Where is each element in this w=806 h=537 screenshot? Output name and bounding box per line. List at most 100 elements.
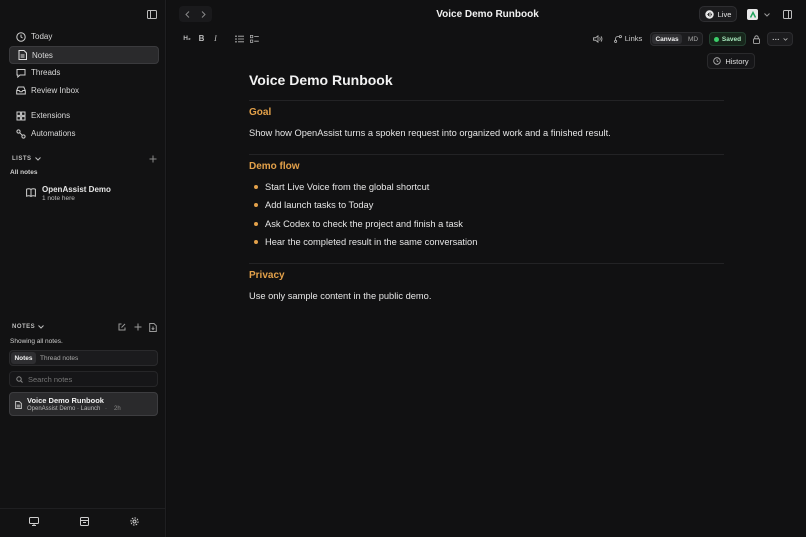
nav-extensions-label: Extensions (31, 111, 71, 120)
more-options-label: ··· (772, 34, 780, 44)
bold-button[interactable]: B (196, 33, 207, 44)
bullet-list-button[interactable] (233, 33, 245, 44)
notes-heading-label: NOTES (12, 324, 36, 330)
tab-notes[interactable]: Notes (11, 352, 36, 364)
nav-notes[interactable]: Notes (9, 46, 159, 64)
app-integration-button[interactable] (747, 9, 758, 20)
sidebar: Today Notes Threads Review Inbox Extensi… (0, 0, 166, 537)
add-note-button[interactable] (133, 322, 143, 332)
notes-heading[interactable]: NOTES (12, 324, 45, 330)
list-item: Hear the completed result in the same co… (254, 237, 477, 247)
section-heading-goal: Goal (249, 107, 272, 118)
italic-button[interactable]: I (210, 33, 221, 44)
gear-icon (129, 517, 139, 526)
monitor-button[interactable] (28, 516, 40, 527)
section-text-privacy: Use only sample content in the public de… (249, 291, 432, 301)
all-notes-link[interactable]: All notes (10, 169, 37, 176)
nav-review-inbox[interactable]: Review Inbox (9, 82, 159, 99)
note-item-voice-demo-runbook[interactable]: Voice Demo Runbook OpenAssist Demo · Lau… (9, 392, 158, 416)
history-label: History (725, 56, 749, 66)
search-notes-field[interactable] (9, 371, 158, 387)
inbox-icon (9, 86, 31, 95)
document-title: Voice Demo Runbook (249, 72, 393, 88)
toggle-sidebar-button[interactable] (145, 8, 158, 21)
view-mode-canvas[interactable]: Canvas (652, 34, 682, 44)
links-label: Links (624, 34, 643, 43)
plus-icon (149, 155, 157, 163)
chevron-down-icon (783, 37, 788, 41)
list-item: Add launch tasks to Today (254, 200, 373, 210)
note-item-meta: OpenAssist Demo · Launch (27, 406, 101, 412)
nav-automations[interactable]: Automations (9, 125, 159, 142)
branch-icon (613, 34, 622, 43)
read-aloud-button[interactable] (592, 33, 604, 44)
checklist-icon (249, 34, 259, 43)
bullet-dot (254, 240, 258, 244)
section-text-goal: Show how OpenAssist turns a spoken reque… (249, 128, 611, 138)
links-button[interactable]: Links (612, 32, 644, 45)
search-icon (16, 376, 23, 383)
live-voice-icon (704, 9, 714, 19)
nav-notes-label: Notes (32, 50, 53, 60)
history-icon (713, 57, 722, 65)
saved-status-badge: Saved (709, 32, 746, 46)
saved-status-label: Saved (721, 35, 742, 43)
lock-icon (753, 34, 760, 44)
note-icon (10, 50, 32, 60)
back-button[interactable] (181, 8, 194, 20)
import-note-button[interactable] (148, 322, 158, 332)
automation-icon (9, 128, 31, 139)
settings-button[interactable] (128, 516, 140, 527)
list-item-text: Add launch tasks to Today (265, 200, 374, 210)
list-item-openassist-demo[interactable]: OpenAssist Demo 1 note here (26, 184, 158, 206)
plus-icon (134, 323, 142, 331)
divider (249, 100, 724, 101)
chevron-right-icon (201, 10, 206, 18)
chevron-down-icon (38, 325, 45, 329)
nav-review-inbox-label: Review Inbox (31, 86, 80, 95)
section-heading-privacy: Privacy (249, 270, 285, 281)
section-heading-demo-flow: Demo flow (249, 161, 300, 172)
list-item-text: Start Live Voice from the global shortcu… (265, 182, 430, 192)
view-mode-toggle: Canvas MD (650, 32, 703, 46)
nav-extensions[interactable]: Extensions (9, 107, 159, 124)
bullet-dot (254, 203, 258, 207)
forward-button[interactable] (197, 8, 210, 20)
nav-threads[interactable]: Threads (9, 64, 159, 81)
nav-today-label: Today (31, 32, 53, 41)
integration-menu-button[interactable] (763, 10, 771, 19)
archive-icon (79, 517, 89, 526)
history-button[interactable]: History (707, 53, 755, 69)
nav-today[interactable]: Today (9, 28, 159, 45)
chevron-down-icon (34, 157, 41, 161)
checklist-button[interactable] (248, 33, 260, 44)
more-options-button[interactable]: ··· (767, 32, 793, 46)
list-item: Start Live Voice from the global shortcu… (254, 182, 429, 192)
clock-icon (9, 31, 31, 42)
view-mode-md[interactable]: MD (684, 34, 702, 44)
live-label: Live (717, 9, 732, 19)
note-item-age: 2h (114, 406, 121, 412)
lock-button[interactable] (751, 33, 762, 45)
archive-button[interactable] (78, 516, 90, 527)
list-bullet-icon (234, 34, 244, 43)
extensions-icon (9, 111, 31, 121)
search-input[interactable] (28, 374, 153, 385)
note-icon (15, 401, 22, 409)
new-note-button[interactable] (117, 322, 127, 332)
nav-automations-label: Automations (31, 129, 76, 138)
file-import-icon (149, 322, 157, 332)
heading-button[interactable]: H₂ (181, 33, 193, 44)
list-item-title: OpenAssist Demo (42, 185, 111, 194)
note-item-separator: · (105, 406, 107, 412)
right-panel-toggle-button[interactable] (782, 9, 793, 20)
lists-heading[interactable]: LISTS (12, 156, 41, 162)
sidebar-toggle-icon (146, 10, 157, 19)
notes-tab-bar: Notes Thread notes (9, 350, 158, 366)
add-list-button[interactable] (148, 154, 158, 164)
tab-thread-notes[interactable]: Thread notes (39, 352, 79, 364)
speaker-icon (593, 34, 603, 43)
nav-threads-label: Threads (31, 68, 61, 77)
live-button[interactable]: Live (699, 6, 737, 22)
chevron-left-icon (185, 10, 190, 18)
